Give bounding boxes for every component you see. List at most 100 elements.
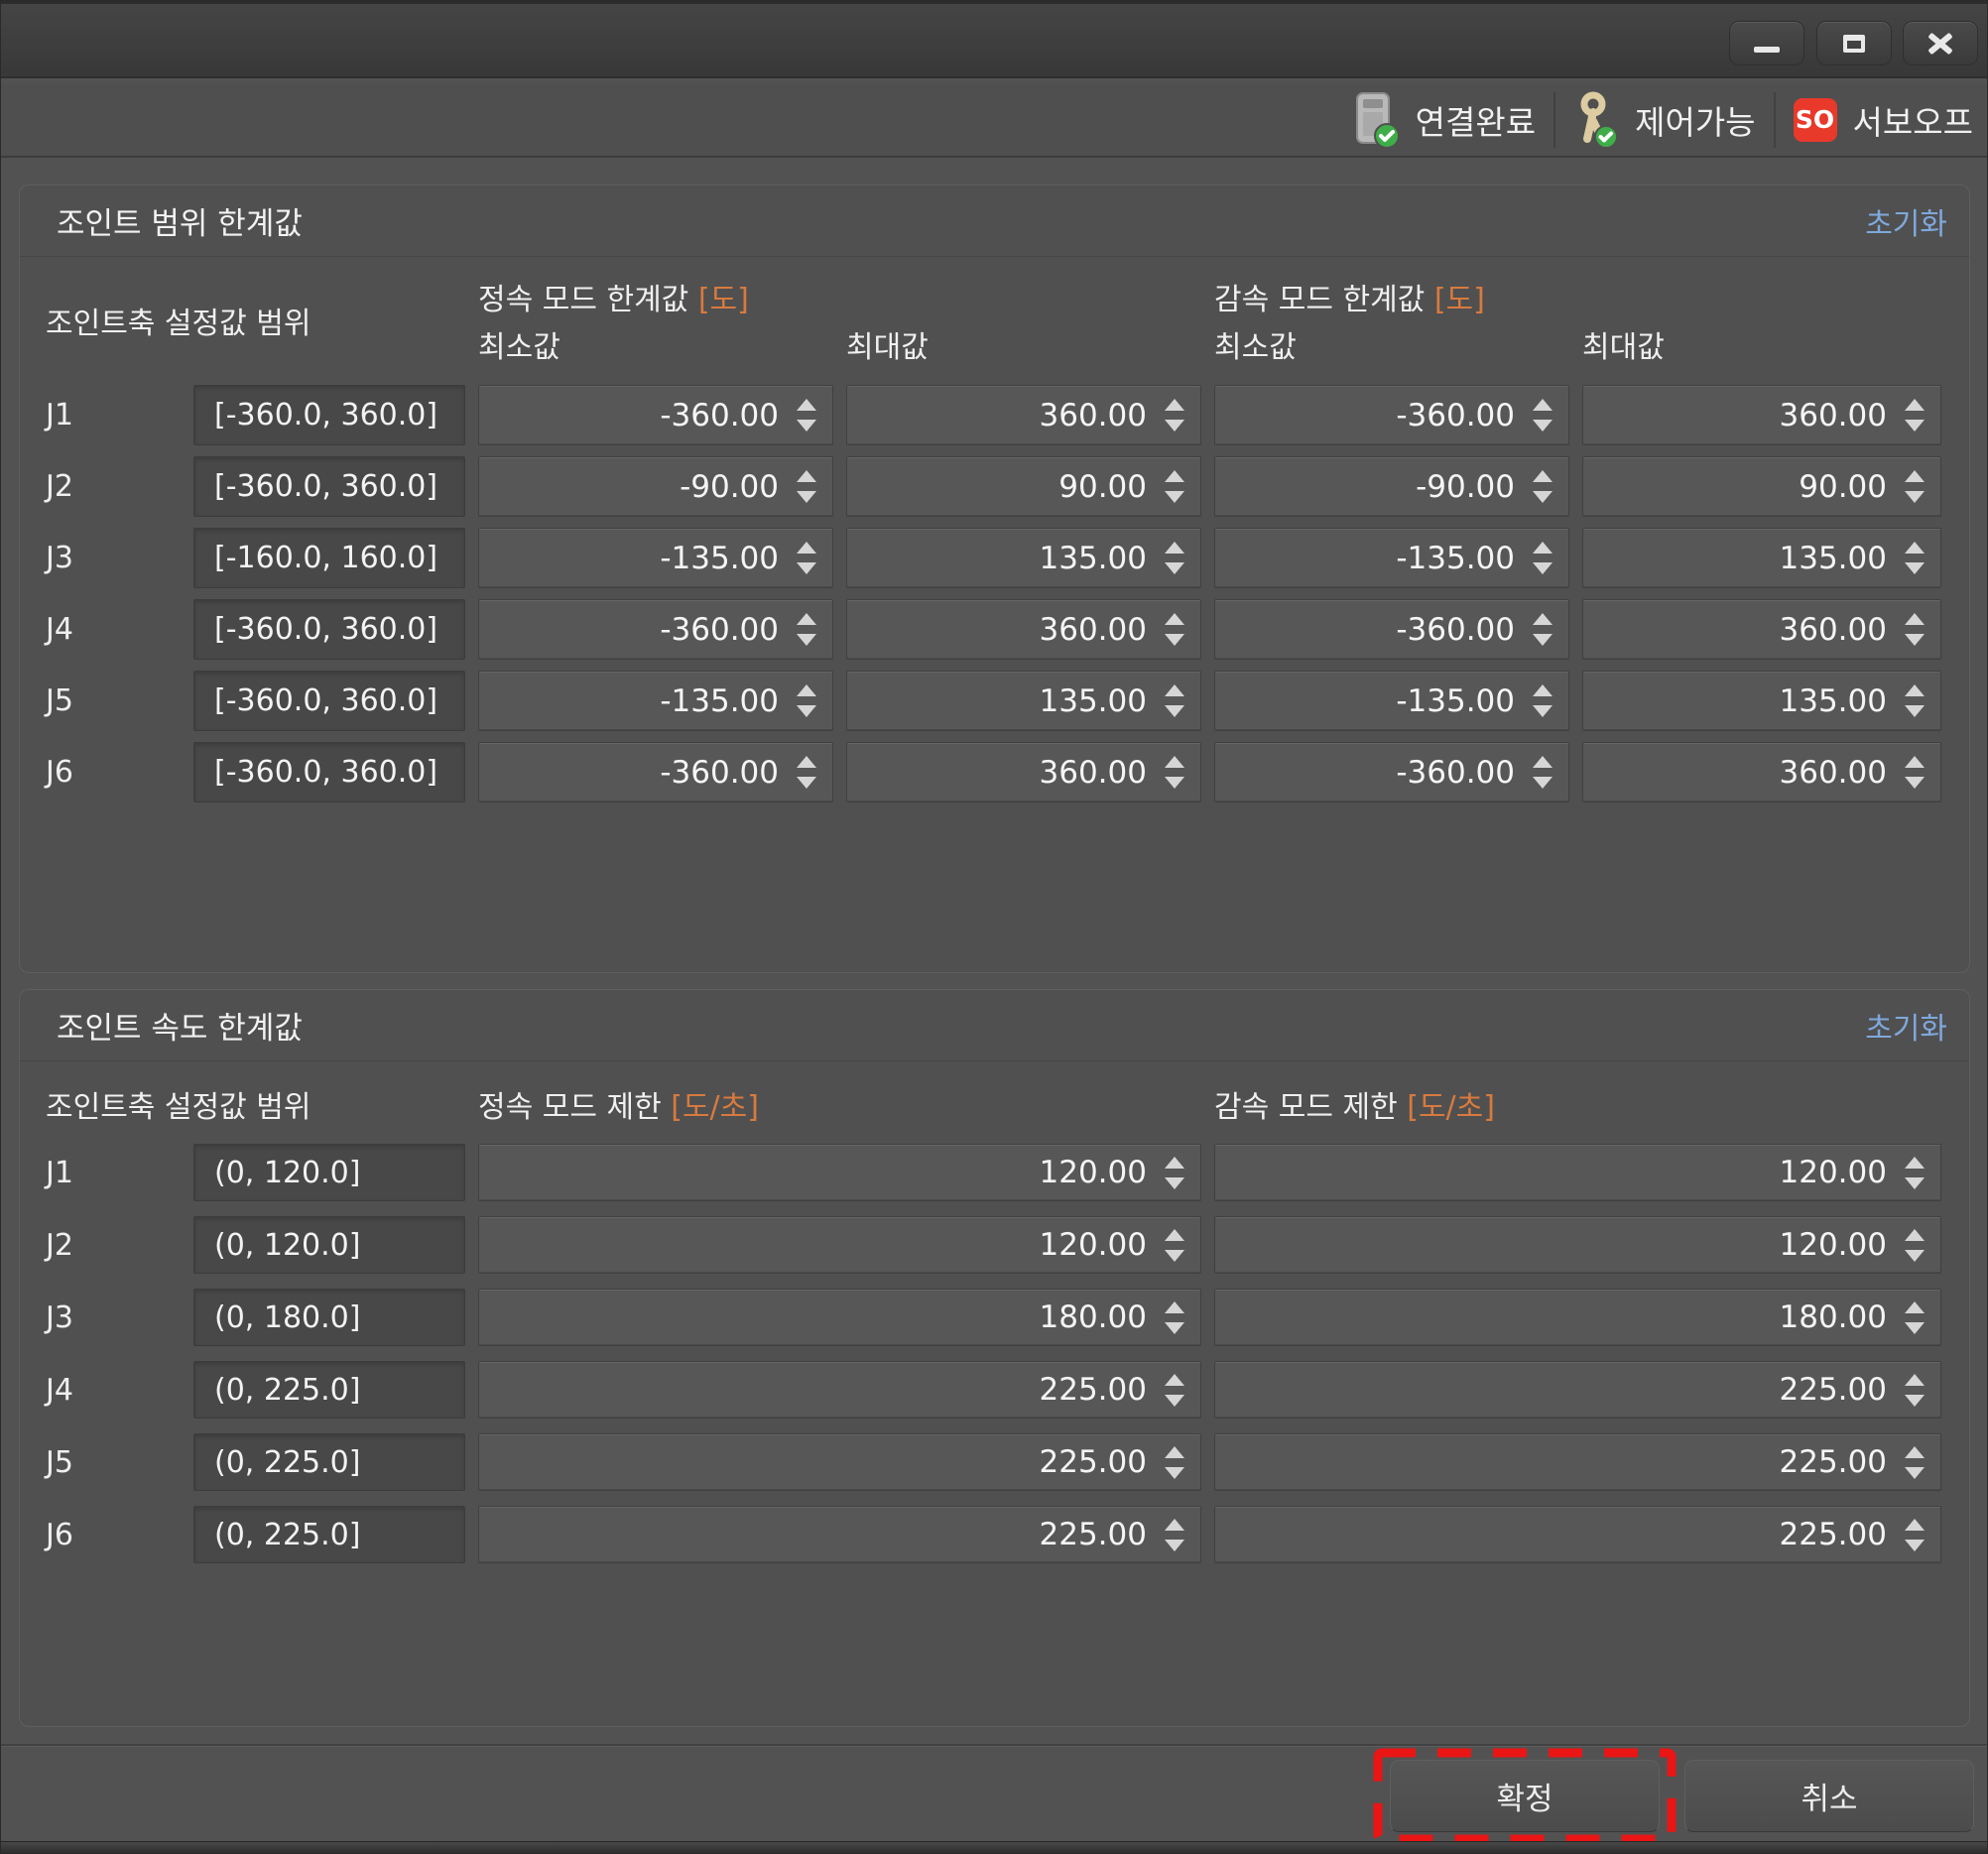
spinner-up-icon[interactable] (1165, 1229, 1184, 1241)
spinner-up-icon[interactable] (1905, 613, 1925, 625)
spinner-up-icon[interactable] (1905, 756, 1925, 768)
reduced-min-spinner[interactable]: -360.00 (1214, 742, 1569, 803)
spinner-up-icon[interactable] (1533, 613, 1553, 625)
maximize-button[interactable] (1816, 21, 1892, 65)
spinner-up-icon[interactable] (797, 756, 816, 768)
spinner-down-icon[interactable] (1905, 634, 1925, 646)
spinner-up-icon[interactable] (1165, 399, 1184, 411)
spinner-up-icon[interactable] (1533, 542, 1553, 554)
normal-limit-spinner[interactable]: 180.00 (478, 1289, 1201, 1346)
reduced-limit-spinner[interactable]: 225.00 (1214, 1361, 1941, 1419)
spinner-down-icon[interactable] (1905, 1467, 1925, 1479)
normal-min-spinner[interactable]: -135.00 (478, 528, 833, 588)
spinner-up-icon[interactable] (1905, 1519, 1925, 1531)
normal-min-spinner[interactable]: -360.00 (478, 742, 833, 803)
normal-limit-spinner[interactable]: 120.00 (478, 1216, 1201, 1274)
spinner-down-icon[interactable] (797, 562, 816, 574)
spinner-up-icon[interactable] (1533, 470, 1553, 482)
spinner-down-icon[interactable] (1533, 634, 1553, 646)
spinner-up-icon[interactable] (797, 399, 816, 411)
spinner-down-icon[interactable] (1165, 562, 1184, 574)
cancel-button[interactable]: 취소 (1684, 1760, 1974, 1832)
spinner-up-icon[interactable] (797, 542, 816, 554)
spinner-down-icon[interactable] (1165, 1250, 1184, 1262)
joint-speed-reset-link[interactable]: 초기화 (1865, 1004, 1947, 1048)
normal-limit-spinner[interactable]: 225.00 (478, 1433, 1201, 1491)
reduced-min-spinner[interactable]: -360.00 (1214, 385, 1569, 445)
spinner-down-icon[interactable] (797, 491, 816, 503)
normal-min-spinner[interactable]: -360.00 (478, 385, 833, 445)
spinner-down-icon[interactable] (1905, 491, 1925, 503)
reduced-limit-spinner[interactable]: 180.00 (1214, 1289, 1941, 1346)
spinner-up-icon[interactable] (1165, 1374, 1184, 1386)
spinner-down-icon[interactable] (1533, 562, 1553, 574)
normal-min-spinner[interactable]: -90.00 (478, 456, 833, 517)
normal-max-spinner[interactable]: 135.00 (846, 528, 1201, 588)
spinner-up-icon[interactable] (1165, 756, 1184, 768)
spinner-down-icon[interactable] (1533, 705, 1553, 717)
reduced-max-spinner[interactable]: 360.00 (1582, 599, 1941, 660)
spinner-down-icon[interactable] (797, 420, 816, 432)
reduced-limit-spinner[interactable]: 120.00 (1214, 1144, 1941, 1201)
normal-min-spinner[interactable]: -135.00 (478, 671, 833, 731)
spinner-up-icon[interactable] (1905, 1157, 1925, 1169)
spinner-down-icon[interactable] (1165, 1322, 1184, 1334)
spinner-down-icon[interactable] (1165, 491, 1184, 503)
reduced-max-spinner[interactable]: 135.00 (1582, 528, 1941, 588)
spinner-down-icon[interactable] (1905, 1250, 1925, 1262)
normal-max-spinner[interactable]: 360.00 (846, 599, 1201, 660)
joint-range-reset-link[interactable]: 초기화 (1865, 199, 1947, 243)
spinner-up-icon[interactable] (1165, 684, 1184, 696)
normal-max-spinner[interactable]: 135.00 (846, 671, 1201, 731)
spinner-up-icon[interactable] (797, 470, 816, 482)
reduced-max-spinner[interactable]: 360.00 (1582, 742, 1941, 803)
reduced-min-spinner[interactable]: -135.00 (1214, 528, 1569, 588)
spinner-up-icon[interactable] (1905, 1374, 1925, 1386)
spinner-down-icon[interactable] (1905, 777, 1925, 789)
reduced-min-spinner[interactable]: -90.00 (1214, 456, 1569, 517)
spinner-up-icon[interactable] (1165, 1157, 1184, 1169)
normal-limit-spinner[interactable]: 225.00 (478, 1506, 1201, 1563)
spinner-down-icon[interactable] (1905, 1322, 1925, 1334)
spinner-up-icon[interactable] (1165, 1301, 1184, 1313)
reduced-min-spinner[interactable]: -360.00 (1214, 599, 1569, 660)
normal-limit-spinner[interactable]: 120.00 (478, 1144, 1201, 1201)
spinner-up-icon[interactable] (1165, 542, 1184, 554)
spinner-down-icon[interactable] (1165, 420, 1184, 432)
normal-max-spinner[interactable]: 360.00 (846, 742, 1201, 803)
spinner-up-icon[interactable] (1905, 1229, 1925, 1241)
spinner-down-icon[interactable] (1905, 1177, 1925, 1189)
reduced-limit-spinner[interactable]: 225.00 (1214, 1506, 1941, 1563)
spinner-down-icon[interactable] (1905, 1540, 1925, 1551)
spinner-down-icon[interactable] (1905, 420, 1925, 432)
spinner-up-icon[interactable] (1165, 613, 1184, 625)
spinner-up-icon[interactable] (1905, 542, 1925, 554)
spinner-down-icon[interactable] (1905, 1395, 1925, 1407)
spinner-up-icon[interactable] (1533, 399, 1553, 411)
spinner-down-icon[interactable] (1165, 1467, 1184, 1479)
spinner-down-icon[interactable] (1533, 491, 1553, 503)
reduced-limit-spinner[interactable]: 120.00 (1214, 1216, 1941, 1274)
normal-limit-spinner[interactable]: 225.00 (478, 1361, 1201, 1419)
spinner-up-icon[interactable] (1533, 756, 1553, 768)
normal-max-spinner[interactable]: 90.00 (846, 456, 1201, 517)
spinner-up-icon[interactable] (1165, 1519, 1184, 1531)
spinner-down-icon[interactable] (1905, 705, 1925, 717)
spinner-up-icon[interactable] (797, 613, 816, 625)
spinner-down-icon[interactable] (1165, 1177, 1184, 1189)
spinner-down-icon[interactable] (1165, 705, 1184, 717)
reduced-max-spinner[interactable]: 360.00 (1582, 385, 1941, 445)
spinner-up-icon[interactable] (1905, 684, 1925, 696)
reduced-max-spinner[interactable]: 90.00 (1582, 456, 1941, 517)
confirm-button[interactable]: 확정 (1390, 1760, 1660, 1832)
spinner-up-icon[interactable] (1533, 684, 1553, 696)
spinner-up-icon[interactable] (1165, 470, 1184, 482)
spinner-down-icon[interactable] (1165, 1540, 1184, 1551)
spinner-down-icon[interactable] (797, 634, 816, 646)
reduced-limit-spinner[interactable]: 225.00 (1214, 1433, 1941, 1491)
normal-min-spinner[interactable]: -360.00 (478, 599, 833, 660)
normal-max-spinner[interactable]: 360.00 (846, 385, 1201, 445)
spinner-down-icon[interactable] (1165, 777, 1184, 789)
reduced-max-spinner[interactable]: 135.00 (1582, 671, 1941, 731)
minimize-button[interactable] (1729, 21, 1804, 65)
